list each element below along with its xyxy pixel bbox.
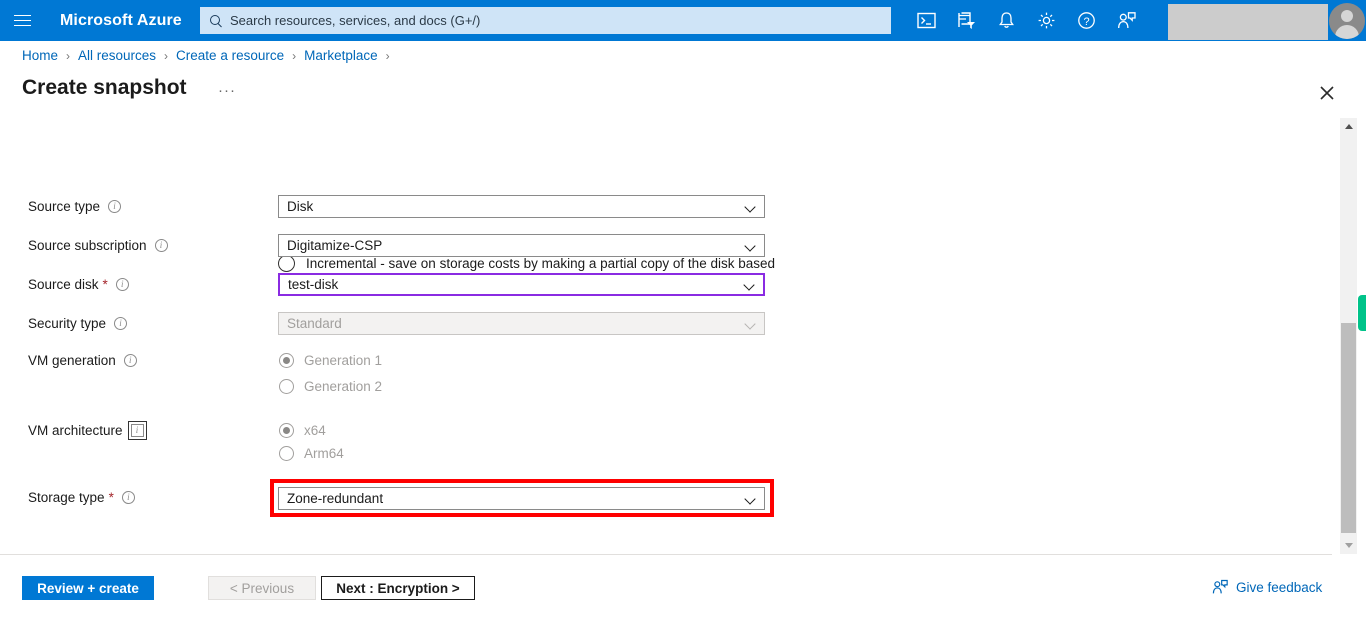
radio-arm64: Arm64 <box>279 446 344 461</box>
help-question-icon[interactable]: ? <box>1066 0 1106 41</box>
search-input[interactable]: Search resources, services, and docs (G+… <box>200 7 891 34</box>
label-vm-architecture: VM architecture i <box>28 421 147 440</box>
info-icon-source-subscription[interactable]: i <box>154 239 168 252</box>
radio-generation-1-circle <box>279 353 294 368</box>
top-bar-icon-group: ? <box>906 0 1146 41</box>
dropdown-security-type-value: Standard <box>287 316 342 331</box>
dropdown-source-disk[interactable]: test-disk <box>278 273 765 296</box>
hamburger-icon[interactable] <box>0 0 44 41</box>
dropdown-source-disk-value: test-disk <box>288 277 339 292</box>
radio-generation-1-label: Generation 1 <box>304 353 383 368</box>
radio-generation-2-label: Generation 2 <box>304 379 383 394</box>
cloud-shell-icon[interactable] <box>906 0 946 41</box>
chevron-down-icon <box>745 493 756 504</box>
dropdown-source-type[interactable]: Disk <box>278 195 765 218</box>
info-icon-source-disk[interactable]: i <box>115 278 129 291</box>
form-scrollbar[interactable] <box>1340 118 1357 554</box>
dropdown-storage-type[interactable]: Zone-redundant <box>278 487 765 510</box>
settings-gear-icon[interactable] <box>1026 0 1066 41</box>
required-asterisk: * <box>102 277 108 292</box>
breadcrumb-item-all-resources[interactable]: All resources <box>78 48 156 63</box>
feedback-person-icon <box>1212 579 1228 594</box>
svg-text:?: ? <box>1083 16 1089 28</box>
green-status-marker <box>1358 295 1366 331</box>
breadcrumb-item-create-a-resource[interactable]: Create a resource <box>176 48 284 63</box>
radio-generation-1: Generation 1 <box>279 353 382 368</box>
azure-top-navigation-bar: Microsoft Azure Search resources, servic… <box>0 0 1366 41</box>
label-security-type: Security type i <box>28 316 128 331</box>
required-asterisk: * <box>108 490 114 505</box>
breadcrumb-separator: › <box>164 48 169 63</box>
dropdown-source-subscription[interactable]: Digitamize-CSP <box>278 234 765 257</box>
review-create-button[interactable]: Review + create <box>22 576 154 600</box>
info-icon-storage-type[interactable]: i <box>121 491 135 504</box>
dropdown-storage-type-value: Zone-redundant <box>287 491 384 506</box>
breadcrumb-separator: › <box>292 48 297 63</box>
label-storage-type: Storage type * i <box>28 490 135 505</box>
breadcrumb-item-marketplace[interactable]: Marketplace <box>304 48 378 63</box>
dropdown-source-subscription-value: Digitamize-CSP <box>287 238 383 253</box>
chevron-down-icon <box>745 240 756 251</box>
dropdown-source-type-value: Disk <box>287 199 314 214</box>
search-placeholder: Search resources, services, and docs (G+… <box>230 13 481 28</box>
avatar[interactable] <box>1329 3 1365 39</box>
breadcrumb-separator-trailing: › <box>385 48 390 63</box>
label-source-type: Source type i <box>28 199 122 214</box>
chevron-down-icon <box>745 201 756 212</box>
label-source-subscription: Source subscription i <box>28 238 168 253</box>
radio-generation-2: Generation 2 <box>279 379 382 394</box>
chevron-down-icon <box>745 318 756 329</box>
give-feedback-label: Give feedback <box>1236 579 1323 595</box>
radio-x64-label: x64 <box>304 423 326 438</box>
feedback-person-icon[interactable] <box>1106 0 1146 41</box>
scroll-down-arrow-icon[interactable] <box>1340 537 1357 554</box>
info-icon-security-type[interactable]: i <box>114 317 128 330</box>
give-feedback-link[interactable]: Give feedback <box>1212 579 1322 595</box>
notifications-bell-icon[interactable] <box>986 0 1026 41</box>
radio-arm64-label: Arm64 <box>304 446 344 461</box>
previous-button: < Previous <box>208 576 316 600</box>
overflow-menu-icon[interactable]: ··· <box>218 83 236 98</box>
create-snapshot-form: Incremental - save on storage costs by m… <box>0 118 1332 554</box>
info-icon-source-type[interactable]: i <box>108 200 122 213</box>
label-vm-generation: VM generation i <box>28 353 137 368</box>
radio-incremental-circle <box>278 255 295 272</box>
azure-brand-title[interactable]: Microsoft Azure <box>60 12 182 30</box>
dropdown-security-type: Standard <box>278 312 765 335</box>
radio-generation-2-circle <box>279 379 294 394</box>
breadcrumb-separator: › <box>66 48 71 63</box>
radio-x64: x64 <box>279 423 326 438</box>
search-icon <box>209 14 223 28</box>
page-title: Create snapshot <box>22 76 187 99</box>
info-icon-vm-architecture[interactable]: i <box>127 421 147 440</box>
radio-arm64-circle <box>279 446 294 461</box>
scroll-thumb[interactable] <box>1341 323 1356 533</box>
footer-action-bar: Review + create < Previous Next : Encryp… <box>0 555 1366 625</box>
close-icon[interactable] <box>1314 80 1340 106</box>
breadcrumb-item-home[interactable]: Home <box>22 48 58 63</box>
directory-filter-icon[interactable] <box>946 0 986 41</box>
chevron-down-icon <box>744 279 755 290</box>
info-icon-vm-generation[interactable]: i <box>123 354 137 367</box>
label-source-disk: Source disk * i <box>28 277 129 292</box>
next-encryption-button[interactable]: Next : Encryption > <box>321 576 475 600</box>
scroll-up-arrow-icon[interactable] <box>1340 118 1357 135</box>
breadcrumb: Home › All resources › Create a resource… <box>22 48 398 63</box>
radio-x64-circle <box>279 423 294 438</box>
account-info-redacted <box>1168 4 1328 40</box>
